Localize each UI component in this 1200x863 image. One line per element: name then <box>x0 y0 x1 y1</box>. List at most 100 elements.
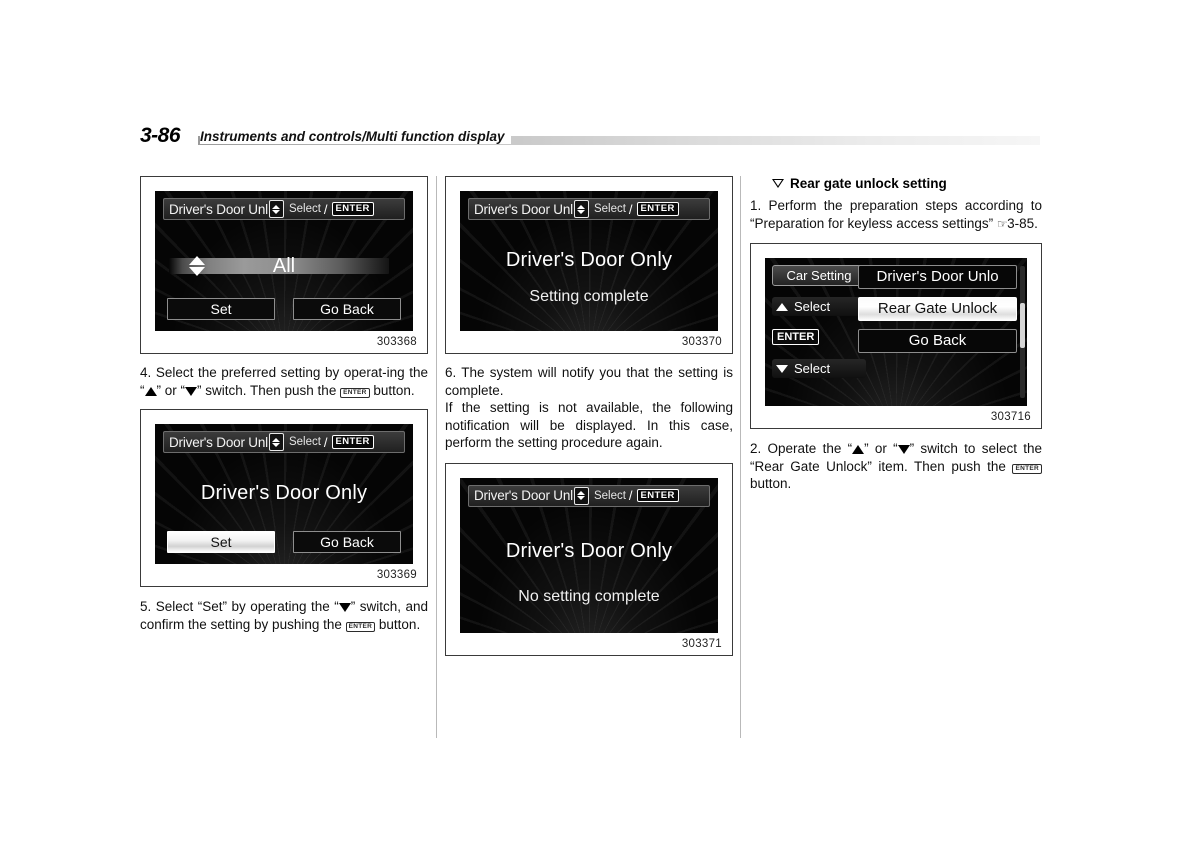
mfd-slash: / <box>323 434 328 450</box>
column-2: Driver's Door Unl Select / ENTER Driver'… <box>445 176 733 656</box>
section-heading-label: Rear gate unlock setting <box>790 176 947 191</box>
mfd-message-secondary: Setting complete <box>529 288 649 305</box>
figure-303371: Driver's Door Unl Select / ENTER Driver'… <box>445 462 733 656</box>
mfd-side-controls: Car Setting Select ENTER Select <box>765 258 866 406</box>
mfd-title-bar: Driver's Door Unl Select / ENTER <box>163 431 405 453</box>
page-title: Instruments and controls/Multi function … <box>200 129 511 144</box>
figure-caption: 303716 <box>990 411 1031 423</box>
step-4-tail: ” switch. Then push the <box>197 382 341 398</box>
mfd-slash: / <box>628 201 633 217</box>
step-5-end: button. <box>375 616 421 632</box>
section-heading: Rear gate unlock setting <box>750 176 1042 191</box>
figure-caption: 303368 <box>376 336 417 348</box>
enter-button-icon: ENTER <box>1012 463 1042 474</box>
up-down-arrow-icon <box>268 433 284 451</box>
step-1-ref: 3-85. <box>1007 215 1038 231</box>
mfd-title-text: Driver's Door Unl <box>169 201 268 217</box>
mfd-screen-car-setting-list: Car Setting Select ENTER Select Driver's… <box>765 258 1027 406</box>
mfd-title-bar: Driver's Door Unl Select / ENTER <box>468 198 710 220</box>
step-5-lead: 5. Select “Set” by operating the “ <box>140 599 339 614</box>
down-arrow-icon <box>897 445 910 454</box>
mfd-current-value: All <box>272 255 296 277</box>
figure-caption: 303370 <box>681 336 722 348</box>
up-down-arrow-icon <box>268 200 284 218</box>
page-header: 3-86 Instruments and controls/Multi func… <box>140 124 1040 150</box>
step-5-text: 5. Select “Set” by operating the “” swit… <box>140 598 428 633</box>
mfd-title-text: Driver's Door Unl <box>474 201 573 217</box>
list-item: Go Back <box>858 329 1017 353</box>
step-4-end: button. <box>369 382 415 398</box>
page-number: 3-86 <box>140 124 181 147</box>
mfd-title-bar: Driver's Door Unl Select / ENTER <box>468 484 710 507</box>
figure-303368: Driver's Door Unl Select / ENTER All Set… <box>140 176 428 354</box>
mfd-button-row: Set Go Back <box>167 531 401 553</box>
mfd-select-label: Select <box>288 436 321 448</box>
car-setting-chip: Car Setting <box>772 265 866 286</box>
column-divider-2 <box>740 176 741 738</box>
up-arrow-icon <box>852 445 865 454</box>
step-2-text: 2. Operate the “” or “” switch to select… <box>750 440 1042 493</box>
mfd-screen-all: Driver's Door Unl Select / ENTER All Set… <box>155 191 413 331</box>
column-1: Driver's Door Unl Select / ENTER All Set… <box>140 176 428 633</box>
step-2-end: button. <box>750 476 792 491</box>
scrollbar <box>1020 266 1025 398</box>
mfd-set-button: Set <box>167 298 275 320</box>
mfd-screen-no-setting-complete: Driver's Door Unl Select / ENTER Driver'… <box>460 477 718 633</box>
select-up-control: Select <box>772 297 866 316</box>
step-1-text: 1. Perform the preparation steps accordi… <box>750 197 1042 233</box>
figure-303369: Driver's Door Unl Select / ENTER Driver'… <box>140 409 428 587</box>
mfd-menu-list: Driver's Door Unlo Rear Gate Unlock Go B… <box>854 258 1027 406</box>
step-6-text: 6. The system will notify you that the s… <box>445 365 733 398</box>
up-arrow-icon <box>776 302 788 311</box>
column-3: Rear gate unlock setting 1. Perform the … <box>750 176 1042 493</box>
enter-button-icon: ENTER <box>340 387 370 398</box>
figure-caption: 303369 <box>376 569 417 581</box>
down-arrow-icon <box>338 603 351 612</box>
mfd-message-secondary: No setting complete <box>518 587 660 605</box>
mfd-title-text: Driver's Door Unl <box>169 434 268 450</box>
list-item: Rear Gate Unlock <box>858 297 1017 321</box>
mfd-slash: / <box>628 488 633 503</box>
mfd-title-text: Driver's Door Unl <box>474 488 573 503</box>
mfd-message-primary: Driver's Door Only <box>505 539 673 562</box>
mfd-go-back-button: Go Back <box>293 298 401 320</box>
reference-hand-icon: ☞ <box>996 216 1008 231</box>
down-arrow-icon <box>776 364 788 373</box>
up-down-arrow-icon <box>573 486 589 505</box>
down-arrow-icon <box>185 386 197 396</box>
figure-303716: Car Setting Select ENTER Select Driver's… <box>750 243 1042 429</box>
step-4-text: 4. Select the preferred setting by opera… <box>140 364 428 399</box>
mfd-screen-drivers-door-only: Driver's Door Unl Select / ENTER Driver'… <box>155 424 413 564</box>
manual-page: 3-86 Instruments and controls/Multi func… <box>0 0 1200 863</box>
enter-button-icon: ENTER <box>331 435 374 449</box>
column-divider-1 <box>436 176 437 738</box>
up-arrow-icon <box>144 386 157 396</box>
enter-button-icon: ENTER <box>772 329 820 345</box>
mfd-go-back-button: Go Back <box>293 531 401 553</box>
mfd-select-label: Select <box>288 203 321 215</box>
mfd-button-row: Set Go Back <box>167 298 401 320</box>
mfd-select-label: Select <box>593 203 626 215</box>
step-2-mid: ” or “ <box>864 441 898 456</box>
step-2-lead: 2. Operate the “ <box>750 441 853 456</box>
select-down-control: Select <box>772 359 866 378</box>
mfd-select-label: Select <box>593 489 626 502</box>
enter-button-icon: ENTER <box>331 202 374 216</box>
mfd-current-value: Driver's Door Only <box>200 482 368 504</box>
step-6-note: If the setting is not available, the fol… <box>445 400 733 450</box>
enter-button-icon: ENTER <box>636 202 679 216</box>
mfd-set-button: Set <box>167 531 275 553</box>
step-4-mid: ” or “ <box>156 382 186 398</box>
mfd-value-slider: All <box>169 253 399 279</box>
enter-button-icon: ENTER <box>636 488 679 503</box>
mfd-message-primary: Driver's Door Only <box>505 249 673 271</box>
figure-303370: Driver's Door Unl Select / ENTER Driver'… <box>445 176 733 354</box>
figure-caption: 303371 <box>681 637 722 650</box>
triangle-marker-icon <box>772 179 784 188</box>
enter-button-icon: ENTER <box>345 621 376 632</box>
mfd-slash: / <box>323 201 328 217</box>
select-up-label: Select <box>794 299 831 314</box>
list-item: Driver's Door Unlo <box>858 265 1017 289</box>
mfd-title-bar: Driver's Door Unl Select / ENTER <box>163 198 405 220</box>
select-down-label: Select <box>794 361 831 376</box>
